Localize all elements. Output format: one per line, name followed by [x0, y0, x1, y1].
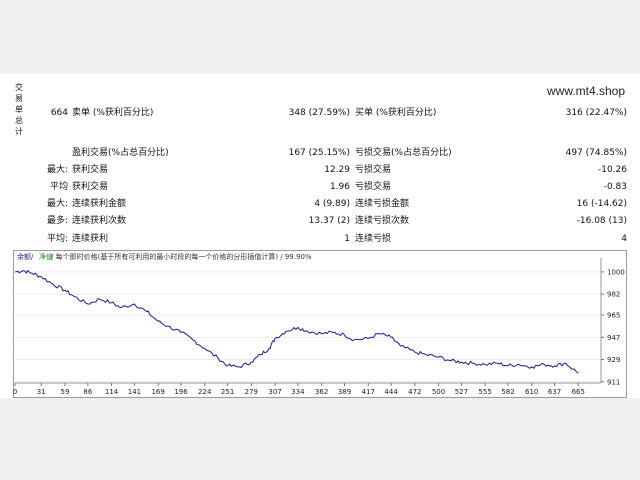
average-profit-value: 1.96: [329, 182, 350, 192]
x-tick-label: 86: [83, 388, 92, 396]
legend-balance: 余额: [17, 252, 31, 261]
x-tick-label: 307: [268, 388, 281, 396]
largest-loss-label: 亏损交易: [355, 165, 392, 175]
loss-trades-label: 亏损交易(%占总百分比): [355, 148, 452, 158]
x-tick-label: 224: [198, 388, 212, 396]
average-profit-label: 获利交易: [72, 182, 109, 192]
x-tick-label: 59: [61, 388, 70, 396]
max-consecutive-losses-value: 16 (-14.62): [576, 199, 627, 209]
y-tick-label: 1000: [607, 268, 625, 276]
average-loss-value: -0.83: [603, 182, 627, 192]
y-tick-label: 965: [607, 312, 620, 320]
x-tick-label: 169: [151, 388, 164, 396]
max-consecutive-wins-label: 连续获利金额: [72, 199, 127, 209]
x-tick-label: 444: [384, 388, 398, 396]
legend-description: / 每个即时价格(基于所有可利用的最小时段的每一个价格的分形插值计算) / 99…: [51, 252, 312, 261]
profit-trades-value: 167 (25.15%): [288, 148, 350, 158]
x-tick-label: 362: [315, 388, 328, 396]
max-consecutive-wins-value: 4 (9.89): [314, 199, 350, 209]
short-positions-value: 348 (27.59%): [288, 108, 350, 118]
profit-trades-label: 盈利交易(%占总百分比): [72, 148, 169, 158]
average-row-label: 平均: [49, 182, 68, 192]
maximal-consecutive-loss-value: -16.08 (13): [576, 216, 627, 226]
average-consecutive-wins-value: 1: [344, 234, 350, 244]
x-tick-label: 472: [408, 388, 421, 396]
balance-chart: 余额 / 净值 / 每个即时价格(基于所有可利用的最小时段的每一个价格的分形插值…: [13, 250, 627, 398]
statistics-panel: 664 卖单 (%获利百分比) 348 (27.59%) 买单 (%获利百分比)…: [0, 0, 640, 250]
x-tick-label: 0: [13, 388, 17, 396]
average-consecutive-losses-label: 连续亏损: [355, 234, 392, 244]
bottom-gray-band: [0, 398, 640, 480]
long-positions-label: 买单 (%获利百分比): [355, 108, 437, 118]
total-trades-value: 664: [50, 108, 68, 118]
long-positions-value: 316 (22.47%): [565, 108, 627, 118]
max-consecutive-losses-label: 连续亏损金额: [355, 199, 410, 209]
x-tick-label: 114: [105, 388, 119, 396]
largest-profit-label: 获利交易: [72, 165, 109, 175]
average-loss-label: 亏损交易: [355, 182, 392, 192]
chart-frame: [13, 250, 627, 398]
x-tick-label: 31: [37, 388, 46, 396]
maximal-consecutive-profit-label: 连续获利次数: [72, 216, 127, 226]
x-tick-label: 196: [174, 388, 188, 396]
largest-profit-value: 12.29: [324, 165, 350, 175]
x-tick-label: 500: [432, 388, 445, 396]
maximal-row-label: 最多:: [46, 216, 68, 226]
y-tick-label: 929: [607, 356, 620, 364]
maximal-consecutive-profit-value: 13.37 (2): [308, 216, 350, 226]
x-tick-label: 417: [362, 388, 375, 396]
x-tick-label: 251: [221, 388, 234, 396]
balance-chart-svg: 余额 / 净值 / 每个即时价格(基于所有可利用的最小时段的每一个价格的分形插值…: [13, 250, 627, 398]
x-tick-label: 610: [525, 388, 538, 396]
average-consecutive-row-label: 平均:: [46, 234, 68, 244]
y-tick-label: 947: [607, 334, 620, 342]
x-tick-label: 527: [455, 388, 468, 396]
x-tick-label: 334: [291, 388, 305, 396]
x-tick-label: 555: [478, 388, 491, 396]
loss-trades-value: 497 (74.85%): [565, 148, 627, 158]
short-positions-label: 卖单 (%获利百分比): [72, 108, 154, 118]
x-tick-label: 141: [128, 388, 141, 396]
x-tick-label: 389: [338, 388, 351, 396]
average-consecutive-wins-label: 连续获利: [72, 234, 109, 244]
average-consecutive-losses-value: 4: [621, 234, 627, 244]
y-tick-label: 911: [607, 378, 620, 386]
x-tick-label: 665: [572, 388, 585, 396]
x-tick-label: 637: [548, 388, 561, 396]
max-row-label: 最大:: [46, 199, 68, 209]
x-tick-label: 582: [501, 388, 514, 396]
largest-loss-value: -10.26: [597, 165, 627, 175]
y-tick-label: 982: [607, 291, 620, 299]
maximal-consecutive-loss-label: 连续亏损次数: [355, 216, 410, 226]
largest-row-label: 最大:: [46, 165, 68, 175]
x-tick-label: 279: [245, 388, 258, 396]
